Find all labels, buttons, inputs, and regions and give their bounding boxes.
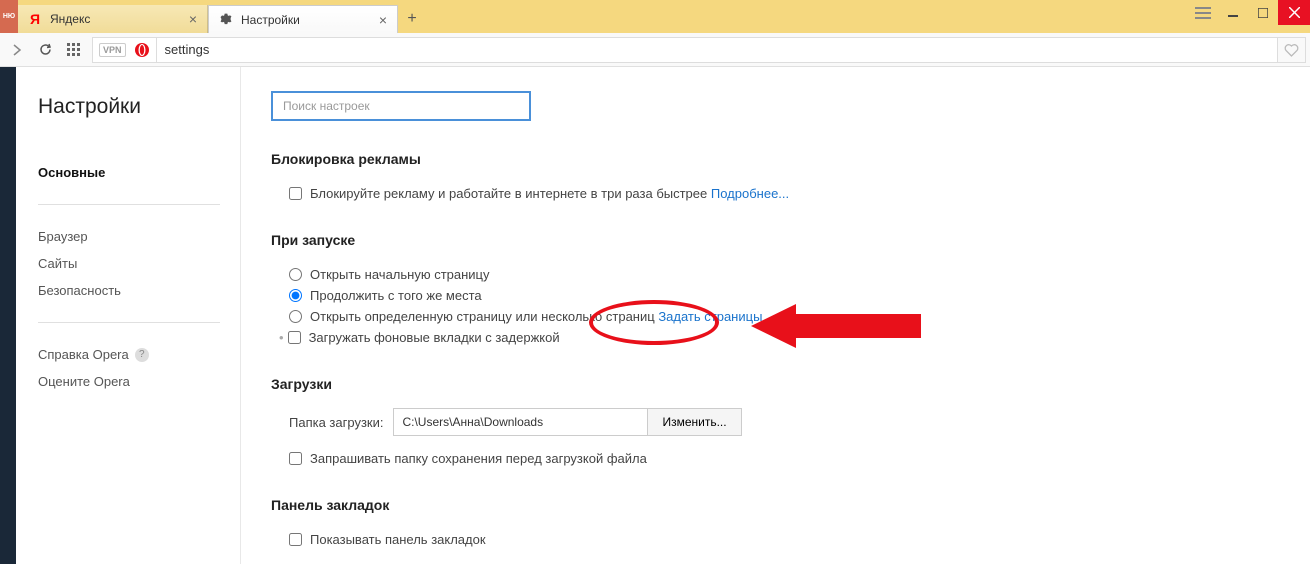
address-bar: VPN [0,33,1310,67]
settings-sidebar: Настройки Основные Браузер Сайты Безопас… [16,67,241,564]
titlebar: НЮ Я Яндекс × Настройки × + [0,0,1310,33]
section-title: Загрузки [271,376,1280,392]
left-sidebar-strip [0,67,16,564]
bookmark-heart-icon[interactable] [1278,37,1306,63]
sidebar-item-browser[interactable]: Браузер [38,223,220,250]
tabs-container: Я Яндекс × Настройки × + [18,0,426,33]
radio-label: Открыть определенную страницу или нескол… [310,309,655,324]
checkbox-label: Запрашивать папку сохранения перед загру… [310,451,647,466]
tab-title: Яндекс [50,12,185,26]
startup-option-pages: Открыть определенную страницу или нескол… [271,306,1280,327]
set-pages-link[interactable]: Задать страницы [658,309,762,324]
menu-button[interactable]: НЮ [0,0,18,33]
tab-yandex[interactable]: Я Яндекс × [18,5,208,33]
download-folder-row: Папка загрузки: Изменить... [271,408,1280,436]
divider [38,322,220,323]
window-close-button[interactable] [1278,0,1310,25]
sidebar-title: Настройки [38,95,220,119]
sidebar-item-security[interactable]: Безопасность [38,277,220,304]
radio-label: Открыть начальную страницу [310,267,490,282]
download-path-input[interactable] [393,408,648,436]
checkbox-label: Загружать фоновые вкладки с задержкой [309,330,560,345]
delay-checkbox[interactable] [288,331,301,344]
new-tab-button[interactable]: + [398,5,426,33]
close-icon[interactable]: × [185,11,201,27]
yandex-icon: Я [28,12,42,26]
sidebar-item-sites[interactable]: Сайты [38,250,220,277]
help-icon: ? [135,348,149,362]
sidebar-item-rate[interactable]: Оцените Opera [38,368,220,395]
reload-button[interactable] [32,37,58,63]
adblock-more-link[interactable]: Подробнее... [711,186,789,201]
easy-setup-icon[interactable] [1188,0,1218,25]
startup-radio-home[interactable] [289,268,302,281]
startup-option-delay: • Загружать фоновые вкладки с задержкой [271,327,1280,348]
section-adblock: Блокировка рекламы Блокируйте рекламу и … [271,151,1280,204]
tab-settings[interactable]: Настройки × [208,5,398,33]
startup-radio-pages[interactable] [289,310,302,323]
change-folder-button[interactable]: Изменить... [647,408,741,436]
adblock-option: Блокируйте рекламу и работайте в интерне… [271,183,1280,204]
startup-radio-continue[interactable] [289,289,302,302]
startup-option-home: Открыть начальную страницу [271,264,1280,285]
opera-icon [134,42,150,58]
ask-folder-checkbox[interactable] [289,452,302,465]
content-area: Настройки Основные Браузер Сайты Безопас… [0,67,1310,564]
address-prefix: VPN [92,37,157,63]
section-title: Блокировка рекламы [271,151,1280,167]
startup-option-continue: Продолжить с того же места [271,285,1280,306]
divider [38,204,220,205]
minimize-button[interactable] [1218,0,1248,25]
sidebar-item-help[interactable]: Справка Opera ? [38,341,220,368]
show-bookmarks-option: Показывать панель закладок [271,529,1280,550]
window-controls [1188,0,1310,25]
search-input[interactable] [271,91,531,121]
gear-icon [219,11,233,28]
vpn-badge[interactable]: VPN [99,43,126,57]
section-bookmarks: Панель закладок Показывать панель заклад… [271,497,1280,550]
adblock-label: Блокируйте рекламу и работайте в интерне… [310,186,707,201]
address-input[interactable] [157,37,1278,63]
ask-folder-option: Запрашивать папку сохранения перед загру… [271,448,1280,469]
settings-main: Блокировка рекламы Блокируйте рекламу и … [241,67,1310,564]
section-startup: При запуске Открыть начальную страницу П… [271,232,1280,348]
speed-dial-button[interactable] [60,37,86,63]
section-downloads: Загрузки Папка загрузки: Изменить... Зап… [271,376,1280,469]
section-title: При запуске [271,232,1280,248]
checkbox-label: Показывать панель закладок [310,532,486,547]
adblock-checkbox[interactable] [289,187,302,200]
tab-title: Настройки [241,13,375,27]
radio-label: Продолжить с того же места [310,288,482,303]
forward-button[interactable] [4,37,30,63]
sidebar-item-basic[interactable]: Основные [38,159,220,186]
bullet-icon: • [279,330,284,345]
show-bookmarks-checkbox[interactable] [289,533,302,546]
section-title: Панель закладок [271,497,1280,513]
maximize-button[interactable] [1248,0,1278,25]
download-folder-label: Папка загрузки: [289,415,383,430]
close-icon[interactable]: × [375,12,391,28]
sidebar-item-label: Справка Opera [38,347,129,362]
